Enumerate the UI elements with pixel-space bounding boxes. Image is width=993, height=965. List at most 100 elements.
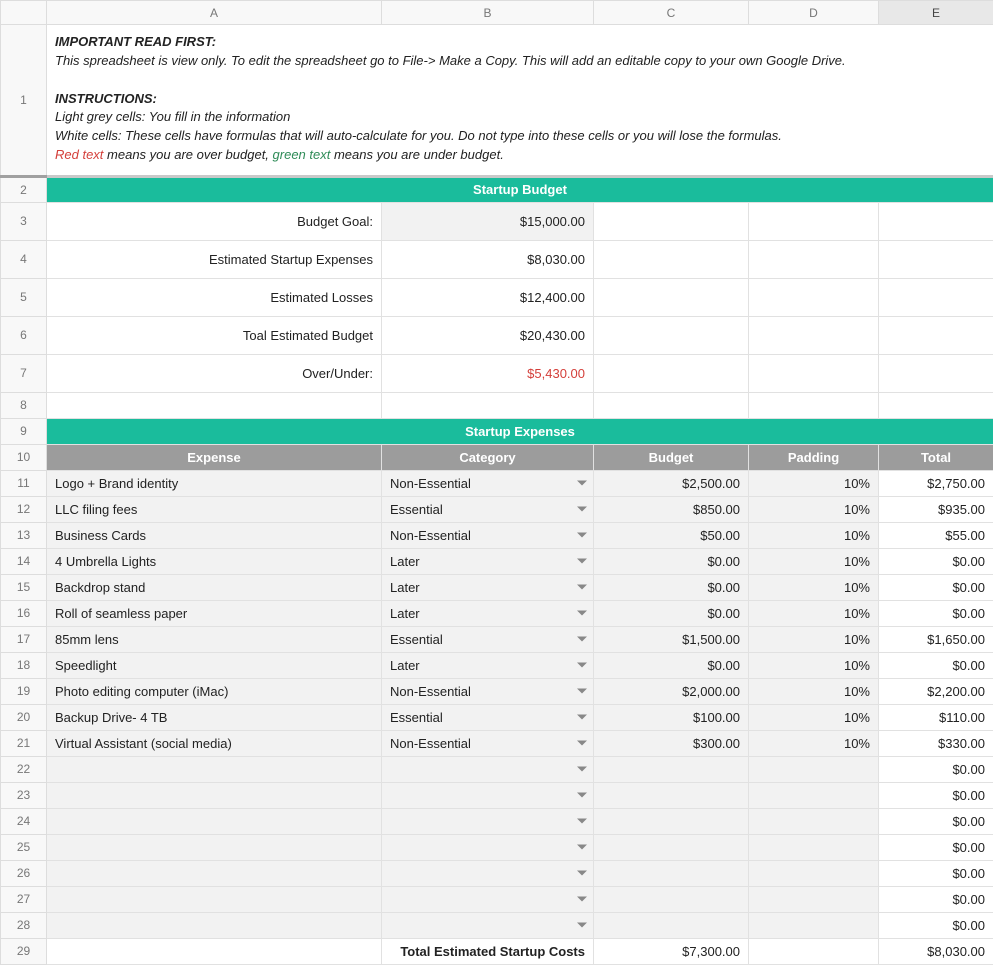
totals-budget[interactable]: $7,300.00 [594, 938, 749, 964]
row-header[interactable]: 1 [1, 25, 47, 177]
row-header[interactable]: 21 [1, 730, 47, 756]
totals-total[interactable]: $8,030.00 [879, 938, 993, 964]
expense-name[interactable]: 85mm lens [47, 626, 382, 652]
padding-value[interactable]: 10% [749, 548, 879, 574]
row-header[interactable]: 16 [1, 600, 47, 626]
row-header[interactable]: 22 [1, 756, 47, 782]
budget-value[interactable] [594, 912, 749, 938]
total-value[interactable]: $0.00 [879, 808, 993, 834]
padding-value[interactable] [749, 834, 879, 860]
padding-value[interactable]: 10% [749, 704, 879, 730]
cell[interactable] [879, 392, 993, 418]
padding-value[interactable]: 10% [749, 678, 879, 704]
expense-name[interactable] [47, 834, 382, 860]
row-header[interactable]: 29 [1, 938, 47, 964]
expense-name[interactable]: Roll of seamless paper [47, 600, 382, 626]
total-value[interactable]: $1,650.00 [879, 626, 993, 652]
budget-value[interactable] [594, 756, 749, 782]
total-value[interactable]: $0.00 [879, 548, 993, 574]
category-dropdown[interactable] [382, 886, 594, 912]
table-column-header[interactable]: Padding [749, 444, 879, 470]
total-value[interactable]: $0.00 [879, 574, 993, 600]
total-value[interactable]: $110.00 [879, 704, 993, 730]
budget-value[interactable]: $0.00 [594, 548, 749, 574]
row-header[interactable]: 24 [1, 808, 47, 834]
category-dropdown[interactable] [382, 912, 594, 938]
cell[interactable] [382, 392, 594, 418]
row-header[interactable]: 25 [1, 834, 47, 860]
padding-value[interactable] [749, 808, 879, 834]
total-value[interactable]: $0.00 [879, 782, 993, 808]
total-value[interactable]: $0.00 [879, 886, 993, 912]
cell[interactable] [879, 316, 993, 354]
category-dropdown[interactable]: Non-Essential [382, 470, 594, 496]
row-header[interactable]: 23 [1, 782, 47, 808]
padding-value[interactable]: 10% [749, 652, 879, 678]
row-header[interactable]: 17 [1, 626, 47, 652]
cell[interactable] [47, 938, 382, 964]
category-dropdown[interactable] [382, 756, 594, 782]
row-header[interactable]: 18 [1, 652, 47, 678]
row-header[interactable]: 19 [1, 678, 47, 704]
row-header[interactable]: 11 [1, 470, 47, 496]
expense-name[interactable]: Virtual Assistant (social media) [47, 730, 382, 756]
cell[interactable] [594, 392, 749, 418]
cell[interactable] [879, 354, 993, 392]
row-header[interactable]: 12 [1, 496, 47, 522]
table-column-header[interactable]: Budget [594, 444, 749, 470]
cell[interactable] [749, 278, 879, 316]
row-header[interactable]: 14 [1, 548, 47, 574]
category-dropdown[interactable]: Non-Essential [382, 730, 594, 756]
row-header[interactable]: 13 [1, 522, 47, 548]
padding-value[interactable]: 10% [749, 496, 879, 522]
summary-value[interactable]: $15,000.00 [382, 202, 594, 240]
row-header[interactable]: 8 [1, 392, 47, 418]
category-dropdown[interactable] [382, 834, 594, 860]
cell[interactable] [879, 240, 993, 278]
row-header[interactable]: 4 [1, 240, 47, 278]
budget-value[interactable]: $50.00 [594, 522, 749, 548]
row-header[interactable]: 20 [1, 704, 47, 730]
summary-label[interactable]: Over/Under: [47, 354, 382, 392]
total-value[interactable]: $0.00 [879, 834, 993, 860]
col-header-b[interactable]: B [382, 1, 594, 25]
budget-value[interactable] [594, 782, 749, 808]
total-value[interactable]: $0.00 [879, 912, 993, 938]
total-value[interactable]: $330.00 [879, 730, 993, 756]
col-header-a[interactable]: A [47, 1, 382, 25]
padding-value[interactable] [749, 912, 879, 938]
category-dropdown[interactable]: Non-Essential [382, 678, 594, 704]
total-value[interactable]: $0.00 [879, 756, 993, 782]
budget-value[interactable] [594, 808, 749, 834]
budget-value[interactable]: $1,500.00 [594, 626, 749, 652]
section-header-startup-expenses[interactable]: Startup Expenses [47, 418, 993, 444]
budget-value[interactable]: $300.00 [594, 730, 749, 756]
budget-value[interactable]: $850.00 [594, 496, 749, 522]
row-header[interactable]: 15 [1, 574, 47, 600]
budget-value[interactable]: $0.00 [594, 600, 749, 626]
category-dropdown[interactable]: Later [382, 652, 594, 678]
total-value[interactable]: $55.00 [879, 522, 993, 548]
padding-value[interactable]: 10% [749, 600, 879, 626]
category-dropdown[interactable]: Essential [382, 496, 594, 522]
row-header[interactable]: 26 [1, 860, 47, 886]
category-dropdown[interactable]: Non-Essential [382, 522, 594, 548]
padding-value[interactable] [749, 782, 879, 808]
total-value[interactable]: $0.00 [879, 860, 993, 886]
category-dropdown[interactable]: Essential [382, 704, 594, 730]
category-dropdown[interactable]: Essential [382, 626, 594, 652]
summary-label[interactable]: Budget Goal: [47, 202, 382, 240]
row-header[interactable]: 9 [1, 418, 47, 444]
cell[interactable] [594, 278, 749, 316]
padding-value[interactable] [749, 756, 879, 782]
expense-name[interactable] [47, 756, 382, 782]
summary-value[interactable]: $20,430.00 [382, 316, 594, 354]
grid[interactable]: A B C D E 1IMPORTANT READ FIRST:This spr… [0, 0, 993, 965]
padding-value[interactable]: 10% [749, 470, 879, 496]
table-column-header[interactable]: Category [382, 444, 594, 470]
padding-value[interactable] [749, 886, 879, 912]
table-column-header[interactable]: Expense [47, 444, 382, 470]
padding-value[interactable] [749, 860, 879, 886]
cell[interactable] [879, 278, 993, 316]
cell[interactable] [594, 240, 749, 278]
